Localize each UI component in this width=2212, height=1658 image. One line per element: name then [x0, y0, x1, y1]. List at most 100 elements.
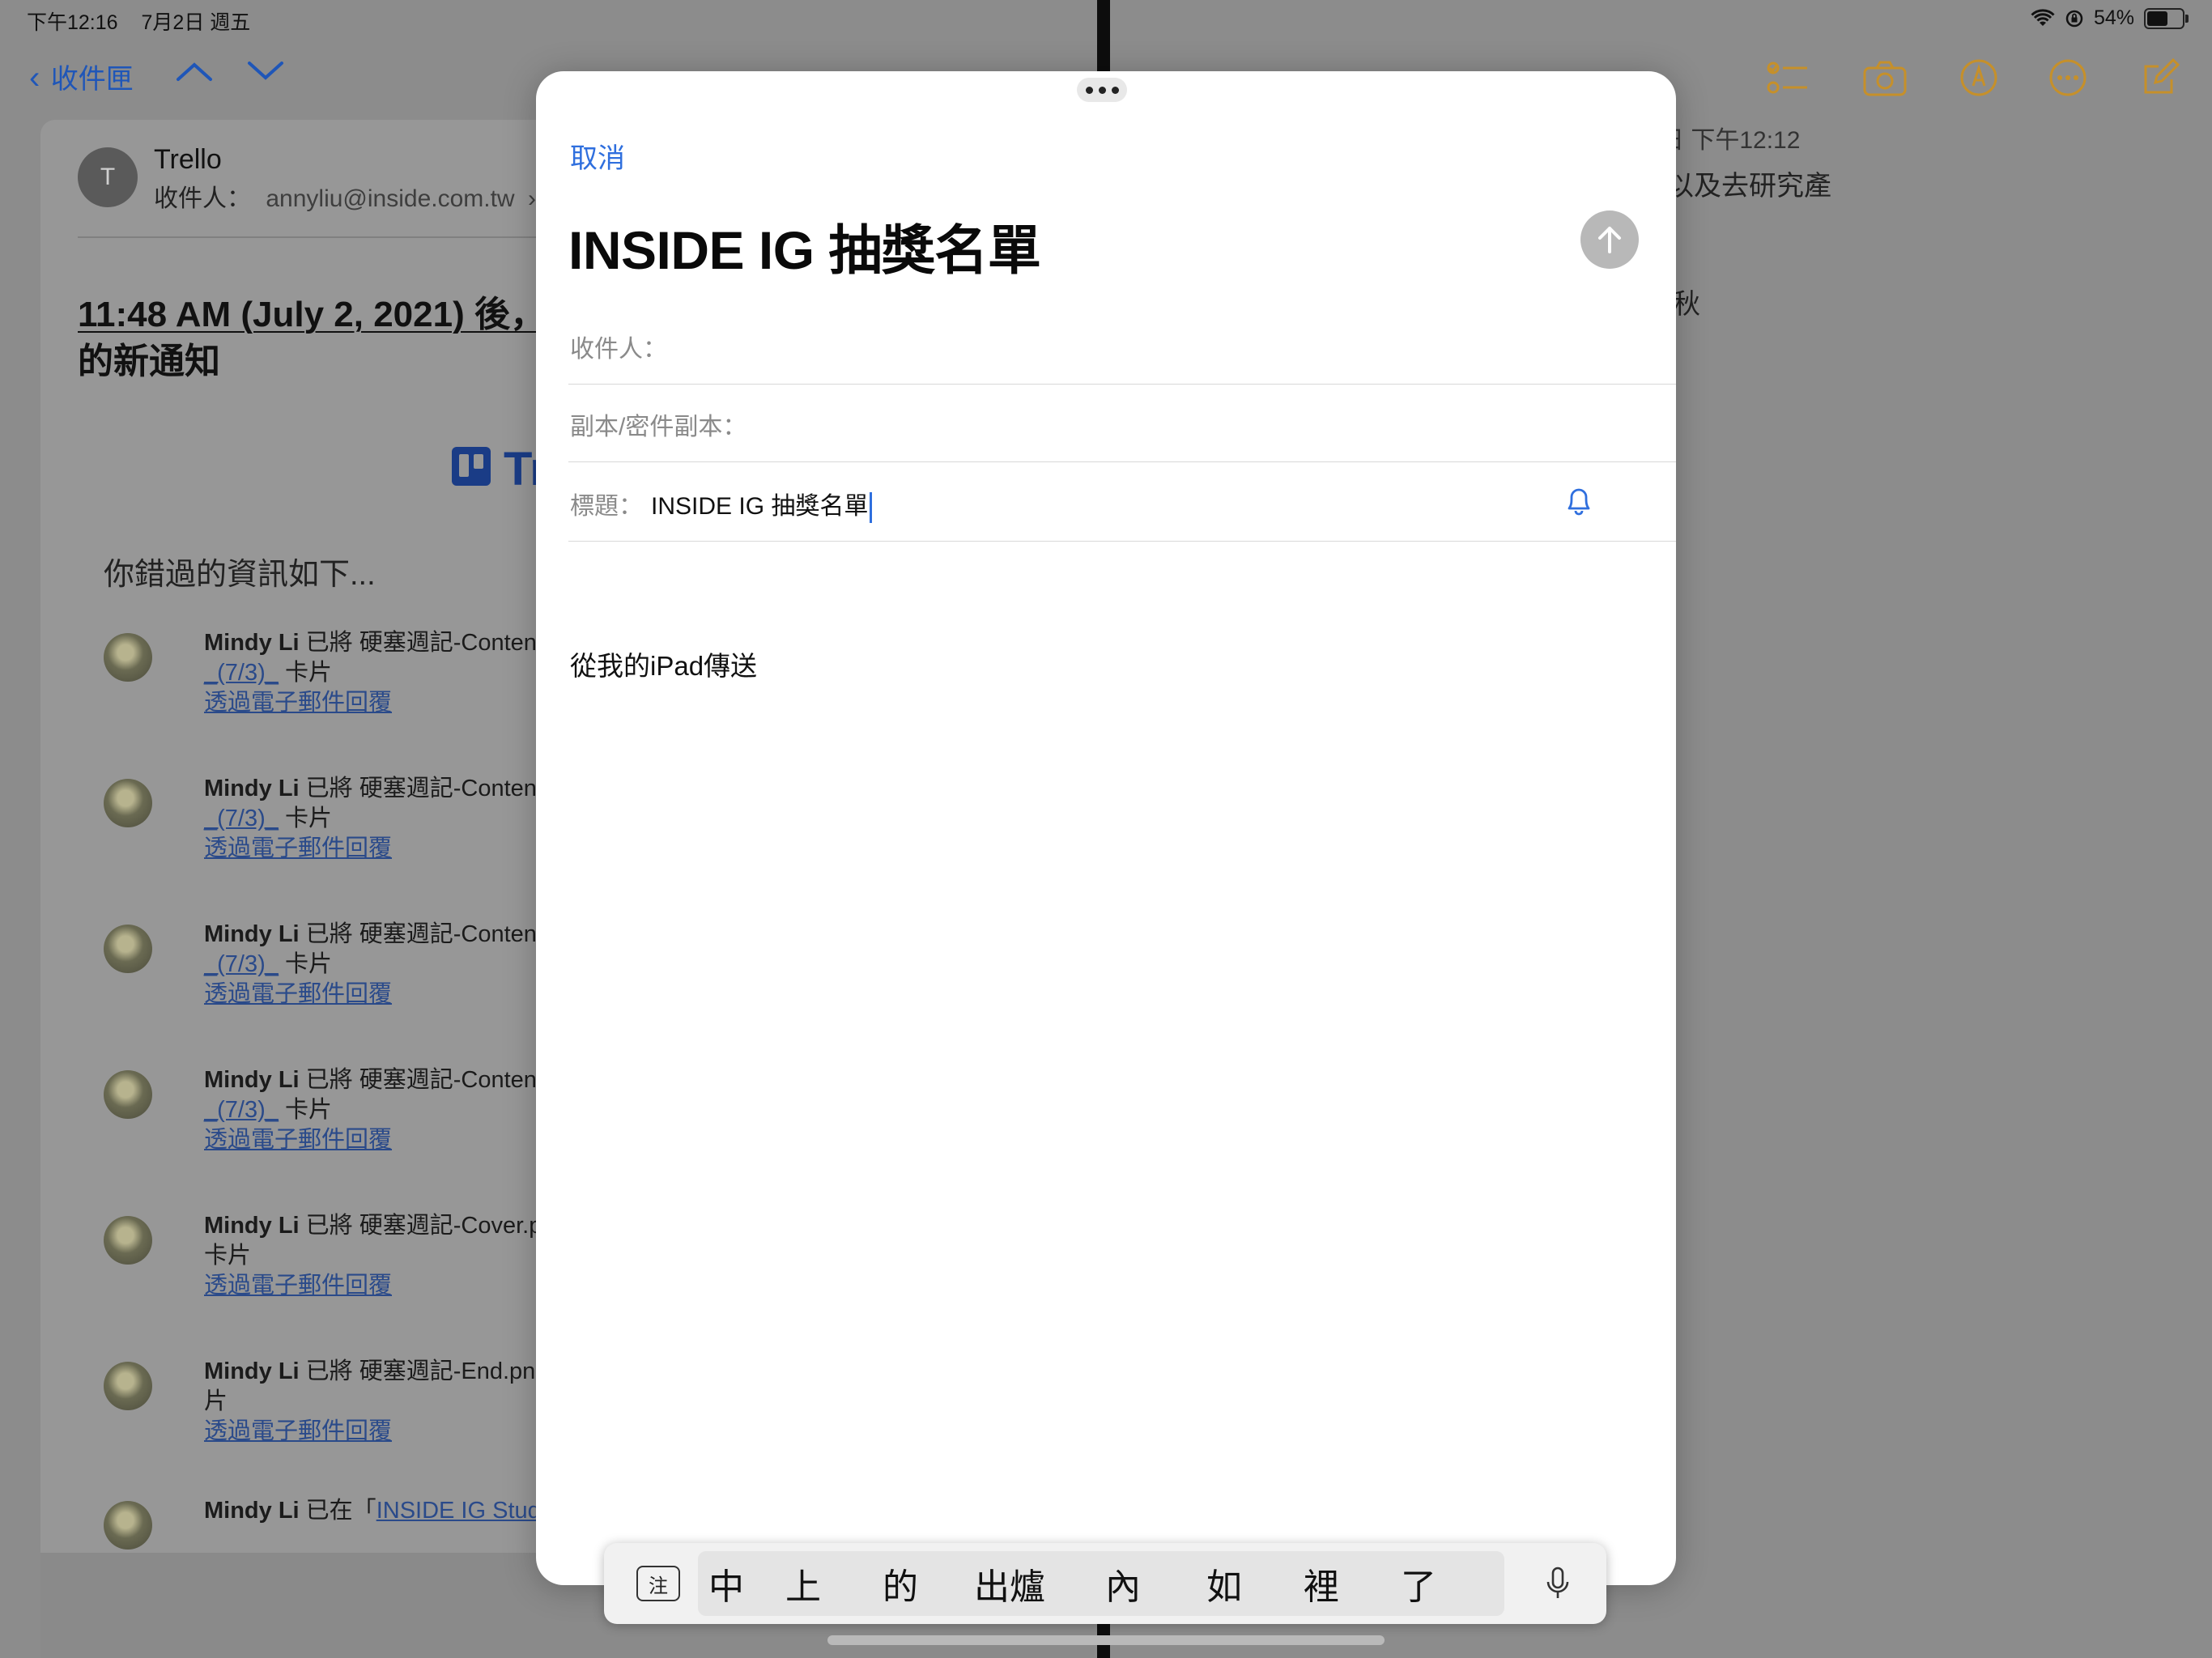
activity-card-label: 卡片	[284, 1097, 332, 1123]
due-date-link[interactable]: _(7/3)_	[204, 660, 279, 686]
candidate-word[interactable]: 如	[1176, 1558, 1273, 1609]
sender-name[interactable]: Trello	[154, 144, 222, 176]
markup-pen-icon[interactable]	[1959, 58, 1998, 97]
camera-icon[interactable]	[1862, 60, 1908, 97]
next-message-button[interactable]	[246, 58, 285, 91]
candidate-list: 中上的出爐內如裡了	[698, 1551, 1504, 1616]
multitasking-handle[interactable]	[1077, 78, 1127, 102]
status-time-date: 下午12:16 7月2日 週五	[27, 6, 268, 36]
user-avatar	[104, 1070, 152, 1119]
to-field[interactable]: 收件人：	[568, 306, 1676, 385]
activity-card-label: 卡片	[284, 806, 332, 831]
compose-note-icon[interactable]	[2141, 58, 2180, 97]
send-button[interactable]	[1580, 210, 1639, 269]
battery-fill	[2147, 11, 2167, 26]
recipient-line: 收件人： annyliu@inside.com.tw ›	[154, 178, 536, 214]
candidate-word[interactable]: 了	[1370, 1558, 1467, 1609]
chevron-down-icon	[248, 62, 283, 80]
subject-input[interactable]: INSIDE IG 抽獎名單	[651, 486, 873, 524]
more-options-icon[interactable]	[2048, 58, 2087, 97]
activity-user: Mindy Li	[204, 1067, 300, 1093]
sender-avatar: T	[78, 147, 138, 207]
activity-user: Mindy Li	[204, 776, 300, 801]
cancel-button[interactable]: 取消	[570, 136, 625, 176]
user-avatar	[104, 1362, 152, 1410]
microphone-icon[interactable]	[1545, 1566, 1571, 1601]
status-indicators: 54%	[2031, 6, 2189, 30]
activity-user: Mindy Li	[204, 1498, 300, 1524]
missed-updates-title: 你錯過的資訊如下...	[104, 558, 376, 592]
trello-logo-icon	[452, 447, 491, 486]
subject-value: INSIDE IG 抽獎名單	[651, 493, 869, 520]
recipient-address[interactable]: annyliu@inside.com.tw	[266, 185, 514, 212]
checklist-icon[interactable]	[1767, 60, 1809, 97]
reply-via-email-link[interactable]: 透過電子郵件回覆	[204, 1127, 392, 1153]
zhuyin-mode-key[interactable]: 注	[636, 1566, 680, 1601]
notify-bell-icon[interactable]	[1564, 484, 1593, 517]
back-button-label: 收件匣	[50, 64, 134, 95]
activity-text: Mindy Li 已將 硬塞週記-Content .3.p _(7/3)_ 卡片透…	[204, 920, 589, 1010]
due-date-link[interactable]: _(7/3)_	[204, 806, 279, 831]
text-cursor	[870, 492, 873, 524]
activity-text: Mindy Li 已將 硬塞週記-Content .2.p _(7/3)_ 卡片透…	[204, 774, 589, 864]
activity-user: Mindy Li	[204, 1213, 300, 1239]
note-text-line-1: 以及去研究產	[1666, 171, 1831, 202]
board-link[interactable]: INSIDE IG Studio	[376, 1498, 559, 1524]
home-indicator[interactable]	[827, 1635, 1385, 1645]
activity-user: Mindy Li	[204, 630, 300, 656]
due-date-link[interactable]: _(7/3)_	[204, 951, 279, 977]
reply-via-email-link[interactable]: 透過電子郵件回覆	[204, 835, 392, 861]
headline-line-1: 11:48 AM (July 2, 2021) 後，	[78, 295, 546, 334]
user-avatar	[104, 779, 152, 827]
wifi-icon	[2031, 8, 2055, 26]
back-to-inbox-button[interactable]: ‹ 收件匣	[29, 57, 134, 96]
previous-message-button[interactable]	[175, 58, 214, 91]
user-avatar	[104, 1216, 152, 1265]
headline-line-2: 的新通知	[78, 342, 220, 381]
activity-card-label: 卡片	[284, 951, 332, 977]
cc-bcc-field[interactable]: 副本/密件副本：	[568, 384, 1676, 462]
recipient-label: 收件人：	[154, 185, 251, 212]
to-label: 收件人：	[570, 336, 667, 363]
cc-bcc-label: 副本/密件副本：	[570, 414, 747, 440]
orientation-lock-icon	[2065, 10, 2083, 27]
user-avatar	[104, 1501, 152, 1550]
activity-text: Mindy Li 已將 硬塞週記-Content .1.p _(7/3)_ 卡片透…	[204, 628, 589, 718]
status-time: 下午12:16	[27, 11, 118, 34]
activity-text: Mindy Li 已在「INSIDE IG Studio」	[204, 1496, 582, 1526]
candidate-word[interactable]: 出爐	[949, 1558, 1070, 1609]
reply-via-email-link[interactable]: 透過電子郵件回覆	[204, 981, 392, 1007]
user-avatar	[104, 633, 152, 682]
chevron-left-icon: ‹	[29, 60, 40, 96]
activity-card-label: 卡片	[284, 660, 332, 686]
activity-prefix: 已在「	[305, 1498, 376, 1524]
reply-via-email-link[interactable]: 透過電子郵件回覆	[204, 1418, 392, 1444]
reply-via-email-link[interactable]: 透過電子郵件回覆	[204, 690, 392, 716]
reply-via-email-link[interactable]: 透過電子郵件回覆	[204, 1273, 392, 1299]
activity-card-label: 片	[204, 1388, 228, 1414]
due-date-link[interactable]: _(7/3)_	[204, 1097, 279, 1123]
note-date: 日 下午12:12	[1660, 127, 1801, 154]
candidate-word[interactable]: 的	[852, 1558, 949, 1609]
note-text-line-2: 秋	[1673, 289, 1700, 320]
activity-card-label: 卡片	[204, 1243, 252, 1269]
email-body-signature[interactable]: 從我的iPad傳送	[570, 644, 757, 683]
chevron-up-icon	[177, 62, 212, 81]
candidate-word[interactable]: 上	[755, 1558, 852, 1609]
compose-title: INSIDE IG 抽獎名單	[568, 220, 1041, 280]
candidate-word[interactable]: 內	[1070, 1558, 1176, 1609]
compose-sheet: 取消 INSIDE IG 抽獎名單 收件人： 副本/密件副本： 標題： INSI…	[536, 71, 1676, 1585]
arrow-up-icon	[1598, 227, 1621, 253]
subject-field[interactable]: 標題： INSIDE IG 抽獎名單	[568, 463, 1676, 542]
candidate-word[interactable]: 裡	[1273, 1558, 1370, 1609]
user-avatar	[104, 925, 152, 973]
status-date: 7月2日 週五	[141, 11, 251, 34]
subject-label: 標題：	[570, 493, 643, 520]
candidate-word[interactable]: 中	[698, 1558, 755, 1609]
activity-text: Mindy Li 已將 硬塞週記-Content .4.p _(7/3)_ 卡片透…	[204, 1065, 589, 1155]
email-headline: 11:48 AM (July 2, 2021) 後， 的新通知	[78, 291, 546, 385]
battery-percent: 54%	[2093, 6, 2134, 29]
chevron-right-icon: ›	[527, 185, 536, 212]
activity-user: Mindy Li	[204, 1358, 300, 1384]
battery-icon	[2144, 7, 2189, 29]
